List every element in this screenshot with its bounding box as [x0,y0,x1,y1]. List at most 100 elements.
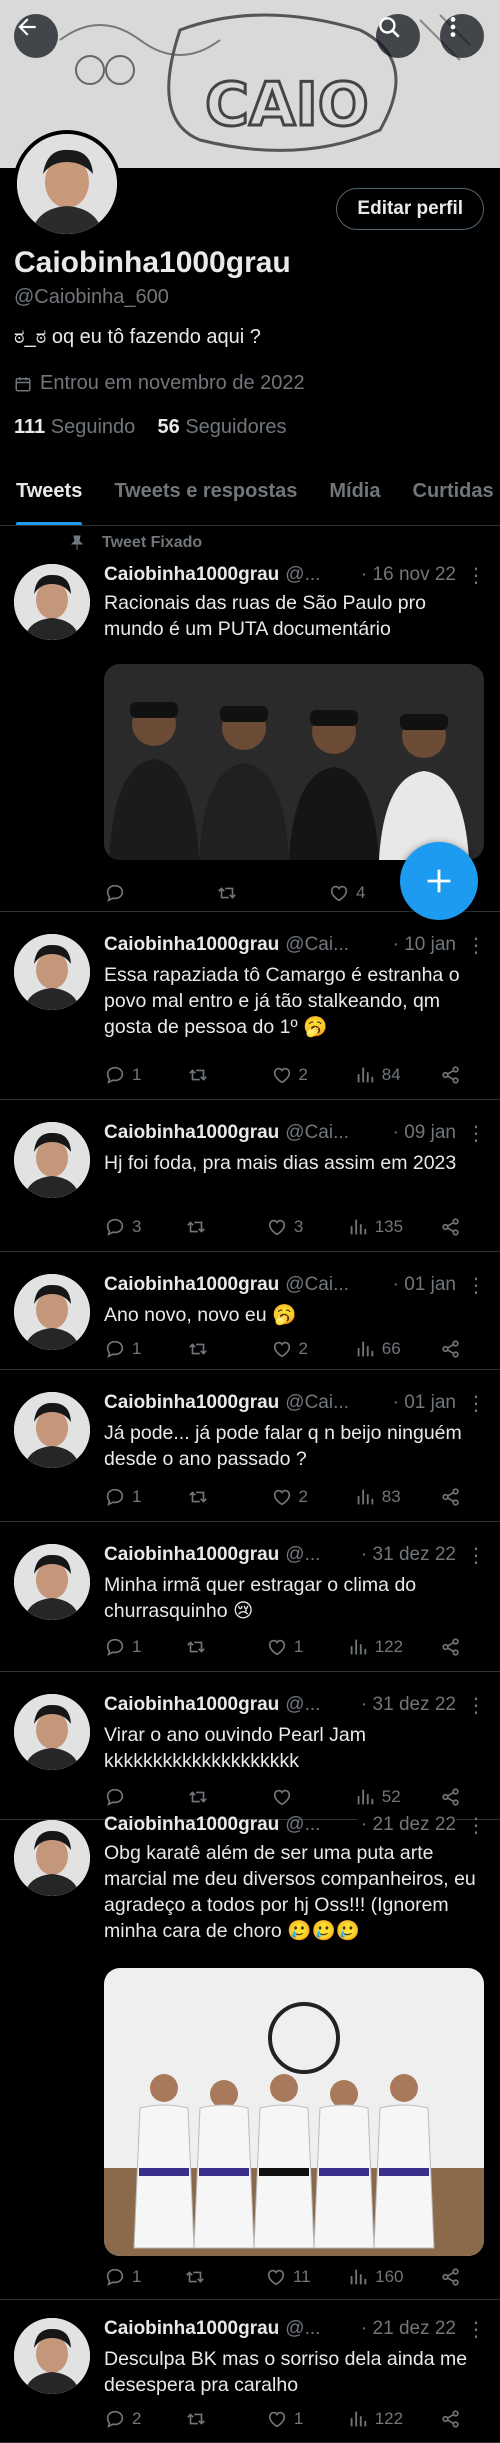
tweet[interactable]: Caiobinha1000grau @Cai... · 09 jan ⋮ Hj … [0,1100,500,1252]
retweet-button[interactable] [184,2266,228,2288]
views-button[interactable]: 122 [347,1636,403,1658]
tweet-more-icon[interactable]: ⋮ [466,1274,486,1297]
tweet-avatar[interactable] [14,934,90,1010]
views-button[interactable]: 66 [354,1338,401,1360]
tweet[interactable]: Caiobinha1000grau @... · 31 dez 22 ⋮ Vir… [0,1672,500,1820]
tweet-avatar[interactable] [14,1820,90,1896]
search-button[interactable] [376,14,420,58]
tweet-avatar[interactable] [14,1274,90,1350]
share-button[interactable] [440,1636,484,1658]
like-button[interactable]: 2 [271,1338,315,1360]
tweet[interactable]: Caiobinha1000grau @Cai... · 01 jan ⋮ Ano… [0,1252,500,1370]
tweet-avatar[interactable] [14,1544,90,1620]
share-button[interactable] [440,1064,484,1086]
tab-tweets[interactable]: Tweets [0,460,98,525]
retweet-button[interactable] [185,1216,229,1238]
tweet-date[interactable]: · 21 dez 22 [356,1814,456,1836]
like-button[interactable] [271,1786,315,1808]
like-button[interactable]: 2 [271,1064,315,1086]
tweet-date[interactable]: · 21 dez 22 [356,2318,456,2340]
tab-likes[interactable]: Curtidas [397,460,500,525]
tweet[interactable]: Caiobinha1000grau @... · 21 dez 22 ⋮ Des… [0,2300,500,2443]
tweet-avatar[interactable] [14,2318,90,2394]
tweet-author-name[interactable]: Caiobinha1000grau [104,564,279,586]
share-button[interactable] [440,2266,484,2288]
tweet-author-name[interactable]: Caiobinha1000grau [104,1392,279,1414]
tweet-more-icon[interactable]: ⋮ [466,2318,486,2341]
retweet-button[interactable] [187,1486,231,1508]
tweet-date[interactable]: · 01 jan [388,1274,456,1296]
compose-button[interactable] [400,842,478,920]
reply-button[interactable]: 1 [104,1064,148,1086]
reply-button[interactable]: 1 [104,1636,148,1658]
tweet-date[interactable]: · 10 jan [388,934,456,956]
tweet-author-name[interactable]: Caiobinha1000grau [104,1544,279,1566]
tweet-author-name[interactable]: Caiobinha1000grau [104,934,279,956]
tweet-avatar[interactable] [14,1694,90,1770]
tweet-date[interactable]: · 01 jan [388,1392,456,1414]
tweet-date[interactable]: · 31 dez 22 [356,1544,456,1566]
reply-button[interactable] [104,882,148,904]
tweet-media[interactable] [104,664,484,860]
tweet-date[interactable]: · 31 dez 22 [356,1694,456,1716]
tweet-media[interactable] [104,1968,484,2256]
followers-link[interactable]: 56 Seguidores [158,416,287,438]
tweet-avatar[interactable] [14,1122,90,1198]
reply-button[interactable] [104,1786,148,1808]
tweet-date[interactable]: · 16 nov 22 [356,564,456,586]
views-button[interactable]: 160 [347,2266,403,2288]
following-link[interactable]: 111 Seguindo [14,416,135,438]
share-button[interactable] [440,1786,484,1808]
tweet-more-icon[interactable]: ⋮ [466,934,486,957]
tweet-author-name[interactable]: Caiobinha1000grau [104,1274,279,1296]
share-button[interactable] [440,1486,484,1508]
tweet[interactable]: Caiobinha1000grau @Cai... · 10 jan ⋮ Ess… [0,912,500,1100]
reply-button[interactable]: 1 [104,1486,148,1508]
like-button[interactable]: 3 [266,1216,310,1238]
like-button[interactable]: 1 [266,1636,310,1658]
retweet-button[interactable] [187,1338,231,1360]
tweet-avatar[interactable] [14,564,90,640]
like-button[interactable]: 1 [266,2408,310,2430]
share-button[interactable] [440,1216,484,1238]
views-button[interactable]: 52 [354,1786,401,1808]
tweet-author-name[interactable]: Caiobinha1000grau [104,1814,279,1836]
like-button[interactable]: 11 [265,2266,311,2288]
retweet-button[interactable] [216,882,260,904]
profile-avatar[interactable] [13,130,121,238]
reply-button[interactable]: 1 [104,1338,148,1360]
tweet[interactable]: Caiobinha1000grau @Cai... · 01 jan ⋮ Já … [0,1370,500,1522]
tweet-more-icon[interactable]: ⋮ [466,1814,486,1837]
tweet-more-icon[interactable]: ⋮ [466,1544,486,1567]
tab-media[interactable]: Mídia [313,460,396,525]
tweet-author-name[interactable]: Caiobinha1000grau [104,1694,279,1716]
reply-button[interactable]: 3 [104,1216,148,1238]
views-button[interactable]: 135 [347,1216,403,1238]
like-button[interactable]: 4 [328,882,372,904]
tweet-author-name[interactable]: Caiobinha1000grau [104,2318,279,2340]
like-button[interactable]: 2 [271,1486,315,1508]
retweet-button[interactable] [185,2408,229,2430]
tab-tweets-replies[interactable]: Tweets e respostas [98,460,313,525]
share-button[interactable] [440,2408,484,2430]
tweet-date[interactable]: · 09 jan [388,1122,456,1144]
tweet-author-name[interactable]: Caiobinha1000grau [104,1122,279,1144]
retweet-button[interactable] [187,1786,231,1808]
tweet-avatar[interactable] [14,1392,90,1468]
tweet-more-icon[interactable]: ⋮ [466,1392,486,1415]
tweet-more-icon[interactable]: ⋮ [466,1694,486,1717]
tweet[interactable]: Caiobinha1000grau @... · 31 dez 22 ⋮ Min… [0,1522,500,1672]
views-button[interactable]: 122 [347,2408,403,2430]
share-button[interactable] [440,1338,484,1360]
back-button[interactable] [14,14,58,58]
views-button[interactable]: 84 [354,1064,401,1086]
tweet[interactable]: Caiobinha1000grau @... · 21 dez 22 ⋮ Obg… [0,1814,500,2300]
reply-button[interactable]: 1 [104,2266,148,2288]
edit-profile-button[interactable]: Editar perfil [336,188,484,230]
views-button[interactable]: 83 [354,1486,401,1508]
more-button[interactable] [440,14,484,58]
tweet-more-icon[interactable]: ⋮ [466,1122,486,1145]
retweet-button[interactable] [185,1636,229,1658]
tweet-more-icon[interactable]: ⋮ [466,564,486,587]
retweet-button[interactable] [187,1064,231,1086]
